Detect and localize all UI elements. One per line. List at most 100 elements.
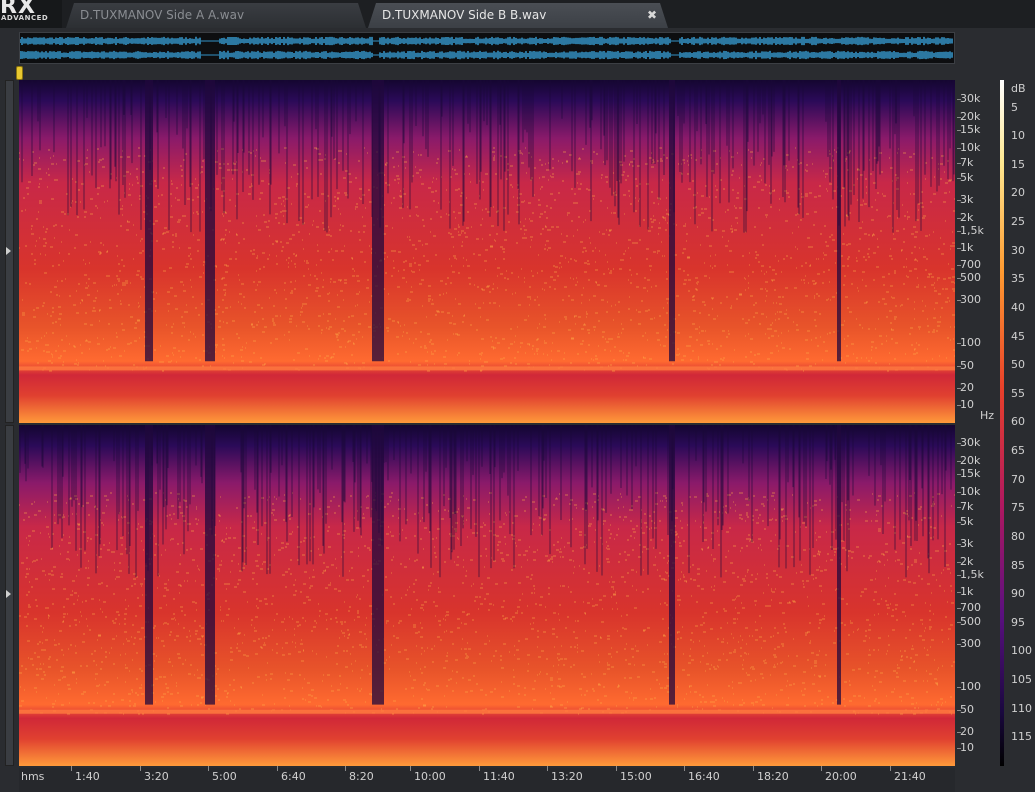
freq-label: 1,5k [960, 568, 984, 581]
db-label: 35 [1011, 272, 1025, 285]
db-label: 25 [1011, 215, 1025, 228]
spectrogram-channel-left[interactable] [19, 80, 955, 423]
freq-label: 3k [960, 193, 974, 206]
freq-label: 3k [960, 537, 974, 550]
db-label: 65 [1011, 444, 1025, 457]
db-label: 20 [1011, 186, 1025, 199]
freq-label: 7k [960, 500, 974, 513]
time-tick [479, 766, 480, 771]
freq-label: 300 [960, 293, 981, 306]
freq-label: 15k [960, 123, 981, 136]
time-tick [821, 766, 822, 771]
freq-label: 50 [960, 359, 974, 372]
waveform-overview[interactable] [19, 32, 955, 64]
db-label: 50 [1011, 358, 1025, 371]
freq-tick [957, 687, 961, 688]
freq-label: 5k [960, 171, 974, 184]
time-label: 5:00 [212, 770, 237, 783]
db-unit-label: dB [1011, 82, 1026, 95]
time-label: 11:40 [483, 770, 515, 783]
freq-tick [957, 218, 961, 219]
close-tab-icon[interactable]: ✖ [645, 3, 659, 28]
freq-tick [957, 622, 961, 623]
time-label: 3:20 [144, 770, 169, 783]
freq-tick [957, 461, 961, 462]
db-label: 110 [1011, 702, 1032, 715]
freq-tick [957, 507, 961, 508]
freq-label: 20k [960, 110, 981, 123]
db-label: 60 [1011, 415, 1025, 428]
freq-label: 10 [960, 398, 974, 411]
time-label: 21:40 [894, 770, 926, 783]
db-label: 75 [1011, 501, 1025, 514]
time-tick [208, 766, 209, 771]
time-label: 8:20 [349, 770, 374, 783]
freq-tick [957, 608, 961, 609]
freq-tick [957, 522, 961, 523]
logo-sub: ADVANCED [1, 14, 49, 22]
time-tick [753, 766, 754, 771]
freq-label: 10 [960, 741, 974, 754]
freq-tick [957, 265, 961, 266]
freq-tick [957, 562, 961, 563]
db-label: 45 [1011, 330, 1025, 343]
freq-label: 15k [960, 467, 981, 480]
freq-tick [957, 231, 961, 232]
spectrogram-channel-right[interactable] [19, 425, 955, 766]
freq-label: 2k [960, 555, 974, 568]
freq-tick [957, 148, 961, 149]
freq-label: 10k [960, 485, 981, 498]
freq-tick [957, 343, 961, 344]
freq-label: 10k [960, 141, 981, 154]
freq-label: 50 [960, 703, 974, 716]
channel-left-expand-icon[interactable] [6, 247, 11, 255]
freq-label: 700 [960, 258, 981, 271]
freq-label: 100 [960, 680, 981, 693]
time-label: 1:40 [75, 770, 100, 783]
freq-label: 1k [960, 241, 974, 254]
time-unit-label: hms [21, 770, 45, 783]
freq-label: 20 [960, 381, 974, 394]
freq-tick [957, 178, 961, 179]
freq-tick [957, 710, 961, 711]
db-label: 10 [1011, 129, 1025, 142]
spectrogram-left-graphic [19, 80, 955, 423]
tab-side-b[interactable]: D.TUXMANOV Side B B.wav [368, 3, 668, 28]
playhead-marker[interactable] [16, 66, 23, 80]
freq-tick [957, 644, 961, 645]
freq-label: 500 [960, 271, 981, 284]
freq-label: 30k [960, 436, 981, 449]
freq-label: 30k [960, 92, 981, 105]
time-tick [684, 766, 685, 771]
spectrogram-right-graphic [19, 425, 955, 766]
time-label: 10:00 [414, 770, 446, 783]
db-label: 40 [1011, 301, 1025, 314]
freq-label: 7k [960, 156, 974, 169]
time-label: 13:20 [551, 770, 583, 783]
db-label: 85 [1011, 559, 1025, 572]
freq-tick [957, 474, 961, 475]
db-label: 100 [1011, 644, 1032, 657]
freq-tick [957, 248, 961, 249]
freq-label: 20k [960, 454, 981, 467]
freq-label: 1k [960, 585, 974, 598]
freq-label: 500 [960, 615, 981, 628]
tab-side-a[interactable]: D.TUXMANOV Side A A.wav [66, 3, 366, 28]
tab-label: D.TUXMANOV Side B B.wav [382, 8, 547, 22]
time-label: 15:00 [620, 770, 652, 783]
time-label: 16:40 [688, 770, 720, 783]
freq-tick [957, 388, 961, 389]
time-label: 18:20 [757, 770, 789, 783]
time-tick [890, 766, 891, 771]
freq-label: 2k [960, 211, 974, 224]
time-tick [410, 766, 411, 771]
freq-label: 700 [960, 601, 981, 614]
db-label: 15 [1011, 158, 1025, 171]
app-logo: RX ADVANCED [0, 0, 62, 28]
channel-right-expand-icon[interactable] [6, 590, 11, 598]
freq-tick [957, 163, 961, 164]
freq-tick [957, 405, 961, 406]
db-label: 30 [1011, 244, 1025, 257]
freq-tick [957, 278, 961, 279]
freq-label: 100 [960, 336, 981, 349]
